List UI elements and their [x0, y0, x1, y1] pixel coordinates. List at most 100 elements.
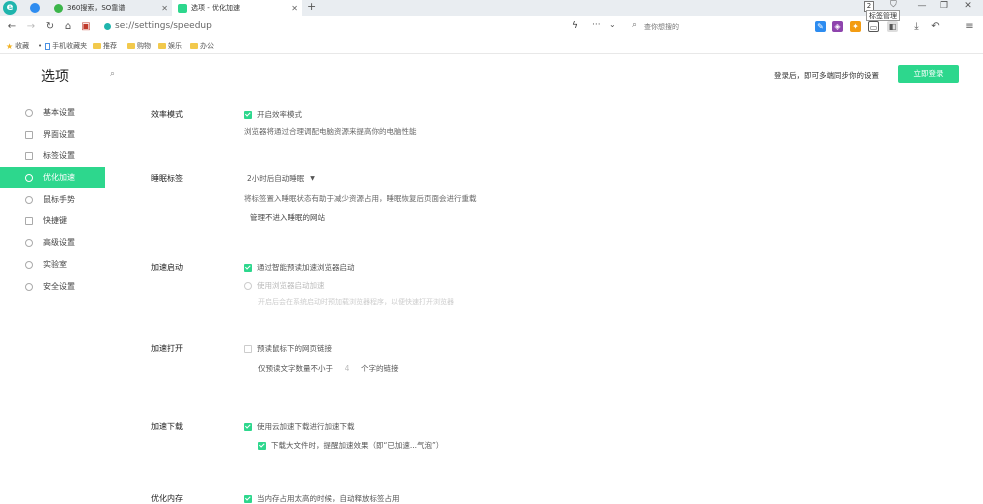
bookmark-office[interactable]: 办公: [190, 41, 214, 51]
sidebar-item-tabs[interactable]: 标签设置: [0, 145, 105, 166]
cart-icon[interactable]: ⛉: [890, 0, 897, 10]
section-title-sleep: 睡眠标签: [151, 174, 183, 183]
tabs-icon: [25, 151, 33, 160]
browser-logo-icon[interactable]: e: [3, 1, 17, 15]
section-title-memory: 优化内存: [151, 494, 183, 503]
bookmarks-bar: ★ 收藏 • 手机收藏夹 推荐 购物 娱乐 办公: [0, 38, 983, 54]
folder-icon: [190, 43, 198, 49]
search-icon: ⌕: [632, 20, 638, 30]
tab-strip: e 360搜索，SO靠谱 ✕ 选项 - 优化加速 ✕ + 2 ⛉ — ❐ ✕: [0, 0, 983, 16]
extension-orange-icon[interactable]: ✦: [850, 21, 861, 32]
settings-tab-icon: [178, 3, 187, 13]
menu-icon[interactable]: ≡: [964, 21, 975, 32]
bookmark-recommend[interactable]: 推荐: [93, 41, 117, 51]
sidebar-item-speedup[interactable]: 优化加速: [0, 167, 105, 188]
checkbox-checked-icon: [258, 441, 266, 450]
sidebar-item-advanced[interactable]: 高级设置: [0, 232, 105, 253]
dropdown-arrow-icon: ▼: [310, 175, 315, 182]
browser-startup-boost-radio[interactable]: 使用浏览器启动加速: [244, 280, 325, 291]
tab-settings-speedup[interactable]: 选项 - 优化加速 ✕: [172, 0, 302, 16]
search-input[interactable]: [644, 20, 764, 33]
close-window-button[interactable]: ✕: [958, 0, 978, 14]
sidebar-item-interface[interactable]: 界面设置: [0, 124, 105, 145]
speedup-icon: [25, 173, 33, 182]
tab-close-icon[interactable]: ✕: [161, 4, 168, 13]
page-title: 选项: [41, 69, 69, 85]
manage-sleep-whitelist-link[interactable]: 管理不进入睡眠的网站: [250, 212, 325, 223]
download-icon[interactable]: ⤓: [911, 21, 922, 32]
tab-label: 360搜索，SO靠谱: [67, 4, 126, 12]
address-field[interactable]: se://settings/speedup: [115, 21, 212, 31]
checkbox-checked-icon: [244, 110, 252, 119]
settings-page: 选项 ⌕ 登录后，即可多端同步你的设置 立即登录 基本设置 界面设置 标签设置 …: [0, 55, 983, 503]
settings-search-icon[interactable]: ⌕: [110, 69, 115, 79]
tab-360-search[interactable]: 360搜索，SO靠谱 ✕: [48, 0, 172, 16]
lab-icon: [25, 260, 33, 269]
page-icon: [45, 42, 51, 50]
basic-settings-icon: [25, 108, 33, 117]
tab-close-icon[interactable]: ✕: [291, 4, 298, 13]
cloud-download-checkbox[interactable]: 使用云加速下载进行加速下载: [244, 421, 355, 432]
minimize-button[interactable]: —: [912, 0, 932, 14]
bookmark-shopping[interactable]: 购物: [127, 41, 151, 51]
efficiency-description: 浏览器将通过合理调配电脑资源来提高你的电脑性能: [244, 127, 417, 136]
smart-preload-checkbox[interactable]: 通过智能预读加速浏览器启动: [244, 262, 355, 273]
forward-button[interactable]: →: [24, 20, 38, 34]
checkbox-checked-icon: [244, 422, 252, 431]
radio-icon: [244, 281, 252, 290]
sleep-description: 将标签置入睡眠状态有助于减少资源占用，睡眠恢复后页面会进行重载: [244, 194, 477, 203]
folder-icon: [93, 43, 101, 49]
new-tab-button[interactable]: +: [307, 0, 316, 14]
preload-link-checkbox[interactable]: 预读鼠标下的网页链接: [244, 343, 332, 354]
checkbox-checked-icon: [244, 263, 252, 272]
tab-label: 选项 - 优化加速: [191, 4, 240, 12]
bookmark-favorites[interactable]: ★ 收藏: [6, 41, 29, 51]
preload-min-chars-row: 仅预读文字数量不小于 4 个字的链接: [258, 364, 399, 373]
checkbox-checked-icon: [244, 494, 252, 503]
navigation-bar: ← → ↻ ⌂ ▣ se://settings/speedup ϟ ··· ⌄ …: [0, 16, 983, 38]
tab-manager-tooltip: 标签管理: [866, 10, 900, 21]
sidebar-item-basic[interactable]: 基本设置: [0, 102, 105, 123]
star-icon: ★: [6, 41, 14, 51]
folder-icon: [127, 43, 135, 49]
min-chars-input[interactable]: 4: [337, 364, 357, 373]
more-options-icon[interactable]: ···: [592, 20, 601, 30]
section-title-download: 加速下载: [151, 422, 183, 431]
home-button[interactable]: ⌂: [61, 20, 75, 34]
chevron-down-icon[interactable]: ⌄: [609, 20, 616, 29]
sidebar-item-shortcuts[interactable]: 快捷键: [0, 210, 105, 231]
bookmark-entertainment[interactable]: 娱乐: [158, 41, 182, 51]
sidebar-item-security[interactable]: 安全设置: [0, 276, 105, 297]
download-boost-reminder-checkbox[interactable]: 下载大文件时，提醒加速效果（即“已加速...气泡”）: [258, 440, 443, 451]
extension-icon[interactable]: ▣: [79, 20, 93, 34]
memory-release-checkbox[interactable]: 当内存占用太高的时候，自动释放标签占用: [244, 493, 400, 504]
undo-icon[interactable]: ↶: [930, 21, 941, 32]
sidebar-item-mouse-gesture[interactable]: 鼠标手势: [0, 189, 105, 210]
section-title-startup: 加速启动: [151, 263, 183, 272]
section-title-efficiency: 效率模式: [151, 110, 183, 119]
sleep-time-select[interactable]: 2小时后自动睡眠 ▼: [247, 173, 315, 184]
folder-icon: [158, 43, 166, 49]
login-button[interactable]: 立即登录: [898, 65, 959, 83]
efficiency-mode-checkbox[interactable]: 开启效率模式: [244, 109, 302, 120]
site-identity-icon[interactable]: [104, 23, 111, 30]
sidebar-item-lab[interactable]: 实验室: [0, 254, 105, 275]
tab-manager-icon[interactable]: ▭: [868, 21, 879, 32]
dot-icon: •: [38, 42, 43, 50]
section-title-open: 加速打开: [151, 344, 183, 353]
extension-blue-icon[interactable]: ✎: [815, 21, 826, 32]
back-button[interactable]: ←: [5, 20, 19, 34]
login-hint: 登录后，即可多端同步你的设置: [774, 71, 879, 80]
tab-pin-icon[interactable]: [30, 3, 40, 13]
reload-button[interactable]: ↻: [43, 20, 57, 34]
shield-icon: [25, 282, 33, 291]
interface-icon: [25, 130, 33, 139]
lightning-icon[interactable]: ϟ: [572, 21, 578, 31]
checkbox-unchecked-icon: [244, 344, 252, 353]
restore-button[interactable]: ❐: [934, 0, 954, 14]
extension-purple-icon[interactable]: ◈: [832, 21, 843, 32]
startup-boost-description: 开启后会在系统启动时预加载浏览器程序，以便快速打开浏览器: [258, 298, 454, 306]
bookmark-mobile[interactable]: • 手机收藏夹: [38, 41, 87, 51]
extension-gray-icon[interactable]: ◧: [887, 21, 898, 32]
360-search-icon: [54, 3, 63, 13]
